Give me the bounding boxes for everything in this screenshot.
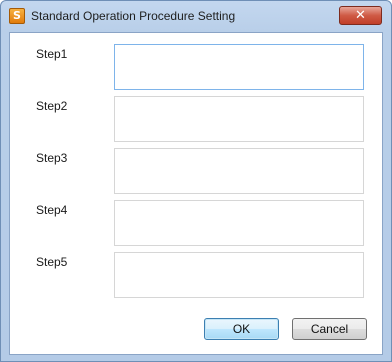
ok-button[interactable]: OK bbox=[204, 318, 279, 340]
step3-label: Step3 bbox=[36, 151, 68, 165]
cancel-button[interactable]: Cancel bbox=[292, 318, 367, 340]
step3-input[interactable] bbox=[114, 148, 364, 194]
step1-label: Step1 bbox=[36, 47, 68, 61]
step1-input[interactable] bbox=[114, 44, 364, 90]
step4-input[interactable] bbox=[114, 200, 364, 246]
step5-label: Step5 bbox=[36, 255, 68, 269]
close-button[interactable]: ✕ bbox=[339, 6, 382, 25]
step4-label: Step4 bbox=[36, 203, 68, 217]
close-icon: ✕ bbox=[355, 8, 366, 23]
window-title: Standard Operation Procedure Setting bbox=[31, 9, 236, 23]
title-bar[interactable]: S Standard Operation Procedure Setting ✕ bbox=[1, 1, 391, 31]
step2-input[interactable] bbox=[114, 96, 364, 142]
step5-input[interactable] bbox=[114, 252, 364, 298]
app-icon: S bbox=[9, 8, 25, 24]
step2-label: Step2 bbox=[36, 99, 68, 113]
dialog-content: Step1 Step2 Step3 Step4 Step5 OK Cancel bbox=[9, 32, 383, 355]
dialog-window: S Standard Operation Procedure Setting ✕… bbox=[0, 0, 392, 362]
